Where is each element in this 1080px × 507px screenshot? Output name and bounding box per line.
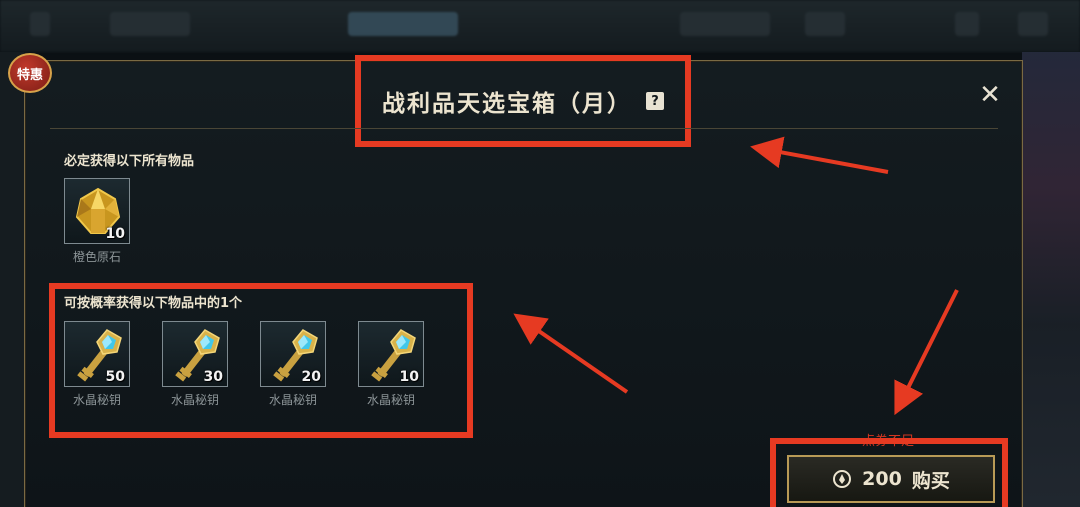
arrow-to-buy-button (894, 289, 959, 416)
buy-price: 200 (862, 468, 902, 490)
annotation-arrows (513, 136, 959, 416)
arrow-to-title (750, 136, 889, 174)
arrow-to-random-rewards (513, 313, 629, 394)
rp-coin-icon (833, 470, 852, 488)
buy-button[interactable]: 200 购买 (787, 455, 995, 503)
buy-label: 购买 (911, 469, 950, 492)
